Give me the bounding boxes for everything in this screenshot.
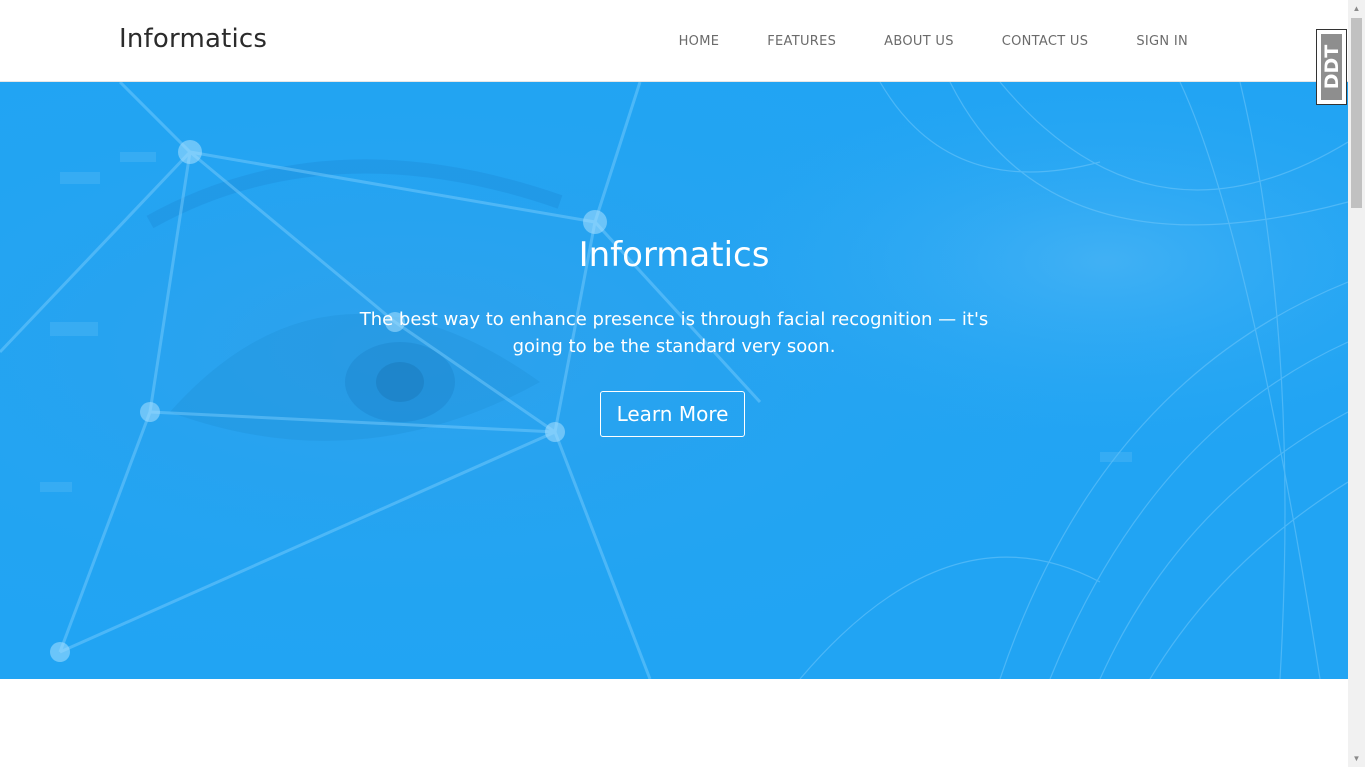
scrollbar-thumb[interactable] <box>1351 18 1362 208</box>
hero-title: Informatics <box>578 235 770 275</box>
learn-more-button[interactable]: Learn More <box>600 391 745 437</box>
ddt-widget-inner: DDT <box>1320 34 1343 100</box>
nav-link-contact-us[interactable]: CONTACT US <box>1002 34 1089 49</box>
hero-description: The best way to enhance presence is thro… <box>359 309 989 357</box>
nav-link-sign-in[interactable]: SIGN IN <box>1136 34 1188 49</box>
nav-link-features[interactable]: FEATURES <box>767 34 836 49</box>
ddt-extension-widget[interactable]: DDT <box>1316 29 1347 105</box>
chevron-up-icon[interactable]: ▲ <box>1348 0 1365 17</box>
nav-link-about-us[interactable]: ABOUT US <box>884 34 954 49</box>
chevron-down-icon[interactable]: ▼ <box>1348 750 1365 767</box>
vertical-scrollbar[interactable]: ▲ ▼ <box>1348 0 1365 767</box>
page: Informatics HOME FEATURES ABOUT US CONTA… <box>0 0 1348 767</box>
hero-content: Informatics The best way to enhance pres… <box>0 82 1348 679</box>
nav-menu: HOME FEATURES ABOUT US CONTACT US SIGN I… <box>631 0 1188 82</box>
nav-link-home[interactable]: HOME <box>679 34 720 49</box>
hero-section: Informatics The best way to enhance pres… <box>0 82 1348 679</box>
brand-logo-link[interactable]: Informatics <box>119 24 267 54</box>
top-navbar: Informatics HOME FEATURES ABOUT US CONTA… <box>0 0 1348 82</box>
ddt-label: DDT <box>1320 44 1343 90</box>
